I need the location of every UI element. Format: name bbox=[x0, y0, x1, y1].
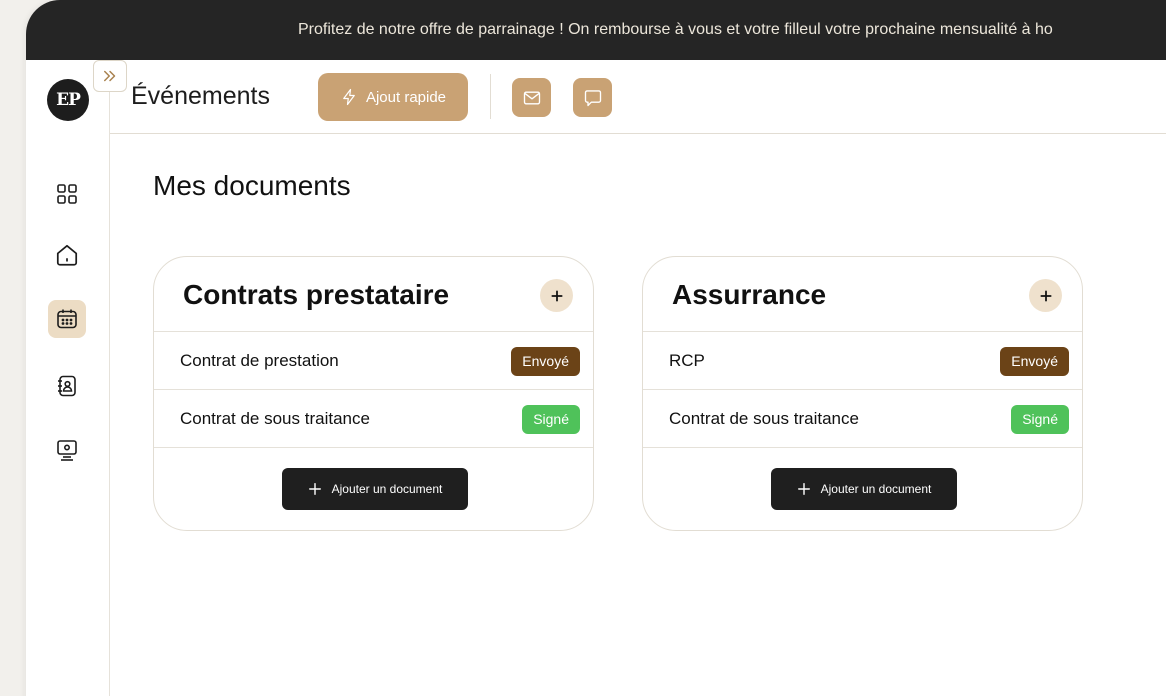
add-document-button[interactable]: Ajouter un document bbox=[282, 468, 468, 510]
quick-add-label: Ajout rapide bbox=[366, 89, 446, 106]
sidebar-item-home[interactable] bbox=[48, 236, 86, 274]
status-badge: Envoyé bbox=[511, 347, 580, 376]
document-name: RCP bbox=[669, 351, 705, 371]
document-row[interactable]: RCP Envoyé bbox=[643, 332, 1082, 390]
status-badge: Signé bbox=[1011, 405, 1069, 434]
quick-add-button[interactable]: Ajout rapide bbox=[318, 73, 468, 121]
document-card-contrats: Contrats prestataire Contrat de prestati… bbox=[153, 256, 594, 531]
mail-icon bbox=[522, 88, 542, 108]
document-row[interactable]: Contrat de sous traitance Signé bbox=[643, 390, 1082, 448]
monitor-icon bbox=[55, 438, 79, 462]
add-category-button[interactable] bbox=[1029, 279, 1062, 312]
chat-bubble-icon bbox=[583, 88, 603, 108]
double-chevron-right-icon bbox=[101, 67, 119, 85]
card-title: Assurrance bbox=[672, 279, 826, 311]
app-window: Profitez de notre offre de parrainage ! … bbox=[26, 0, 1166, 696]
document-row[interactable]: Contrat de prestation Envoyé bbox=[154, 332, 593, 390]
promo-banner-text: Profitez de notre offre de parrainage ! … bbox=[298, 21, 1053, 38]
card-header: Assurrance bbox=[643, 257, 1082, 332]
logo-text: EP bbox=[56, 90, 80, 110]
sidebar-item-presentation[interactable] bbox=[48, 431, 86, 469]
contact-book-icon bbox=[55, 374, 79, 398]
promo-banner[interactable]: Profitez de notre offre de parrainage ! … bbox=[26, 0, 1166, 60]
plus-icon bbox=[550, 289, 564, 303]
document-card-assurance: Assurrance RCP Envoyé Contrat de sous tr… bbox=[642, 256, 1083, 531]
plus-icon bbox=[797, 482, 811, 496]
sidebar-toggle-button[interactable] bbox=[93, 60, 127, 92]
home-icon bbox=[54, 242, 80, 268]
status-badge: Envoyé bbox=[1000, 347, 1069, 376]
plus-icon bbox=[308, 482, 322, 496]
add-document-label: Ajouter un document bbox=[332, 482, 443, 496]
grid-icon bbox=[55, 182, 79, 206]
sidebar-item-events[interactable] bbox=[48, 300, 86, 338]
document-name: Contrat de sous traitance bbox=[180, 409, 370, 429]
add-document-button[interactable]: Ajouter un document bbox=[771, 468, 957, 510]
calendar-icon bbox=[55, 307, 79, 331]
plus-icon bbox=[1039, 289, 1053, 303]
top-bar: Événements Ajout rapide bbox=[110, 60, 1166, 134]
logo[interactable]: EP bbox=[47, 79, 89, 121]
page-title: Événements bbox=[131, 82, 270, 111]
mail-button[interactable] bbox=[512, 78, 551, 117]
document-row[interactable]: Contrat de sous traitance Signé bbox=[154, 390, 593, 448]
section-title: Mes documents bbox=[153, 170, 351, 202]
card-header: Contrats prestataire bbox=[154, 257, 593, 332]
chat-button[interactable] bbox=[573, 78, 612, 117]
document-name: Contrat de prestation bbox=[180, 351, 339, 371]
status-badge: Signé bbox=[522, 405, 580, 434]
sidebar-item-dashboard[interactable] bbox=[48, 175, 86, 213]
lightning-icon bbox=[340, 87, 358, 107]
add-category-button[interactable] bbox=[540, 279, 573, 312]
sidebar: EP bbox=[26, 60, 110, 696]
add-document-label: Ajouter un document bbox=[821, 482, 932, 496]
document-name: Contrat de sous traitance bbox=[669, 409, 859, 429]
card-title: Contrats prestataire bbox=[183, 279, 449, 311]
toolbar-divider bbox=[490, 74, 491, 119]
sidebar-item-contacts[interactable] bbox=[48, 367, 86, 405]
